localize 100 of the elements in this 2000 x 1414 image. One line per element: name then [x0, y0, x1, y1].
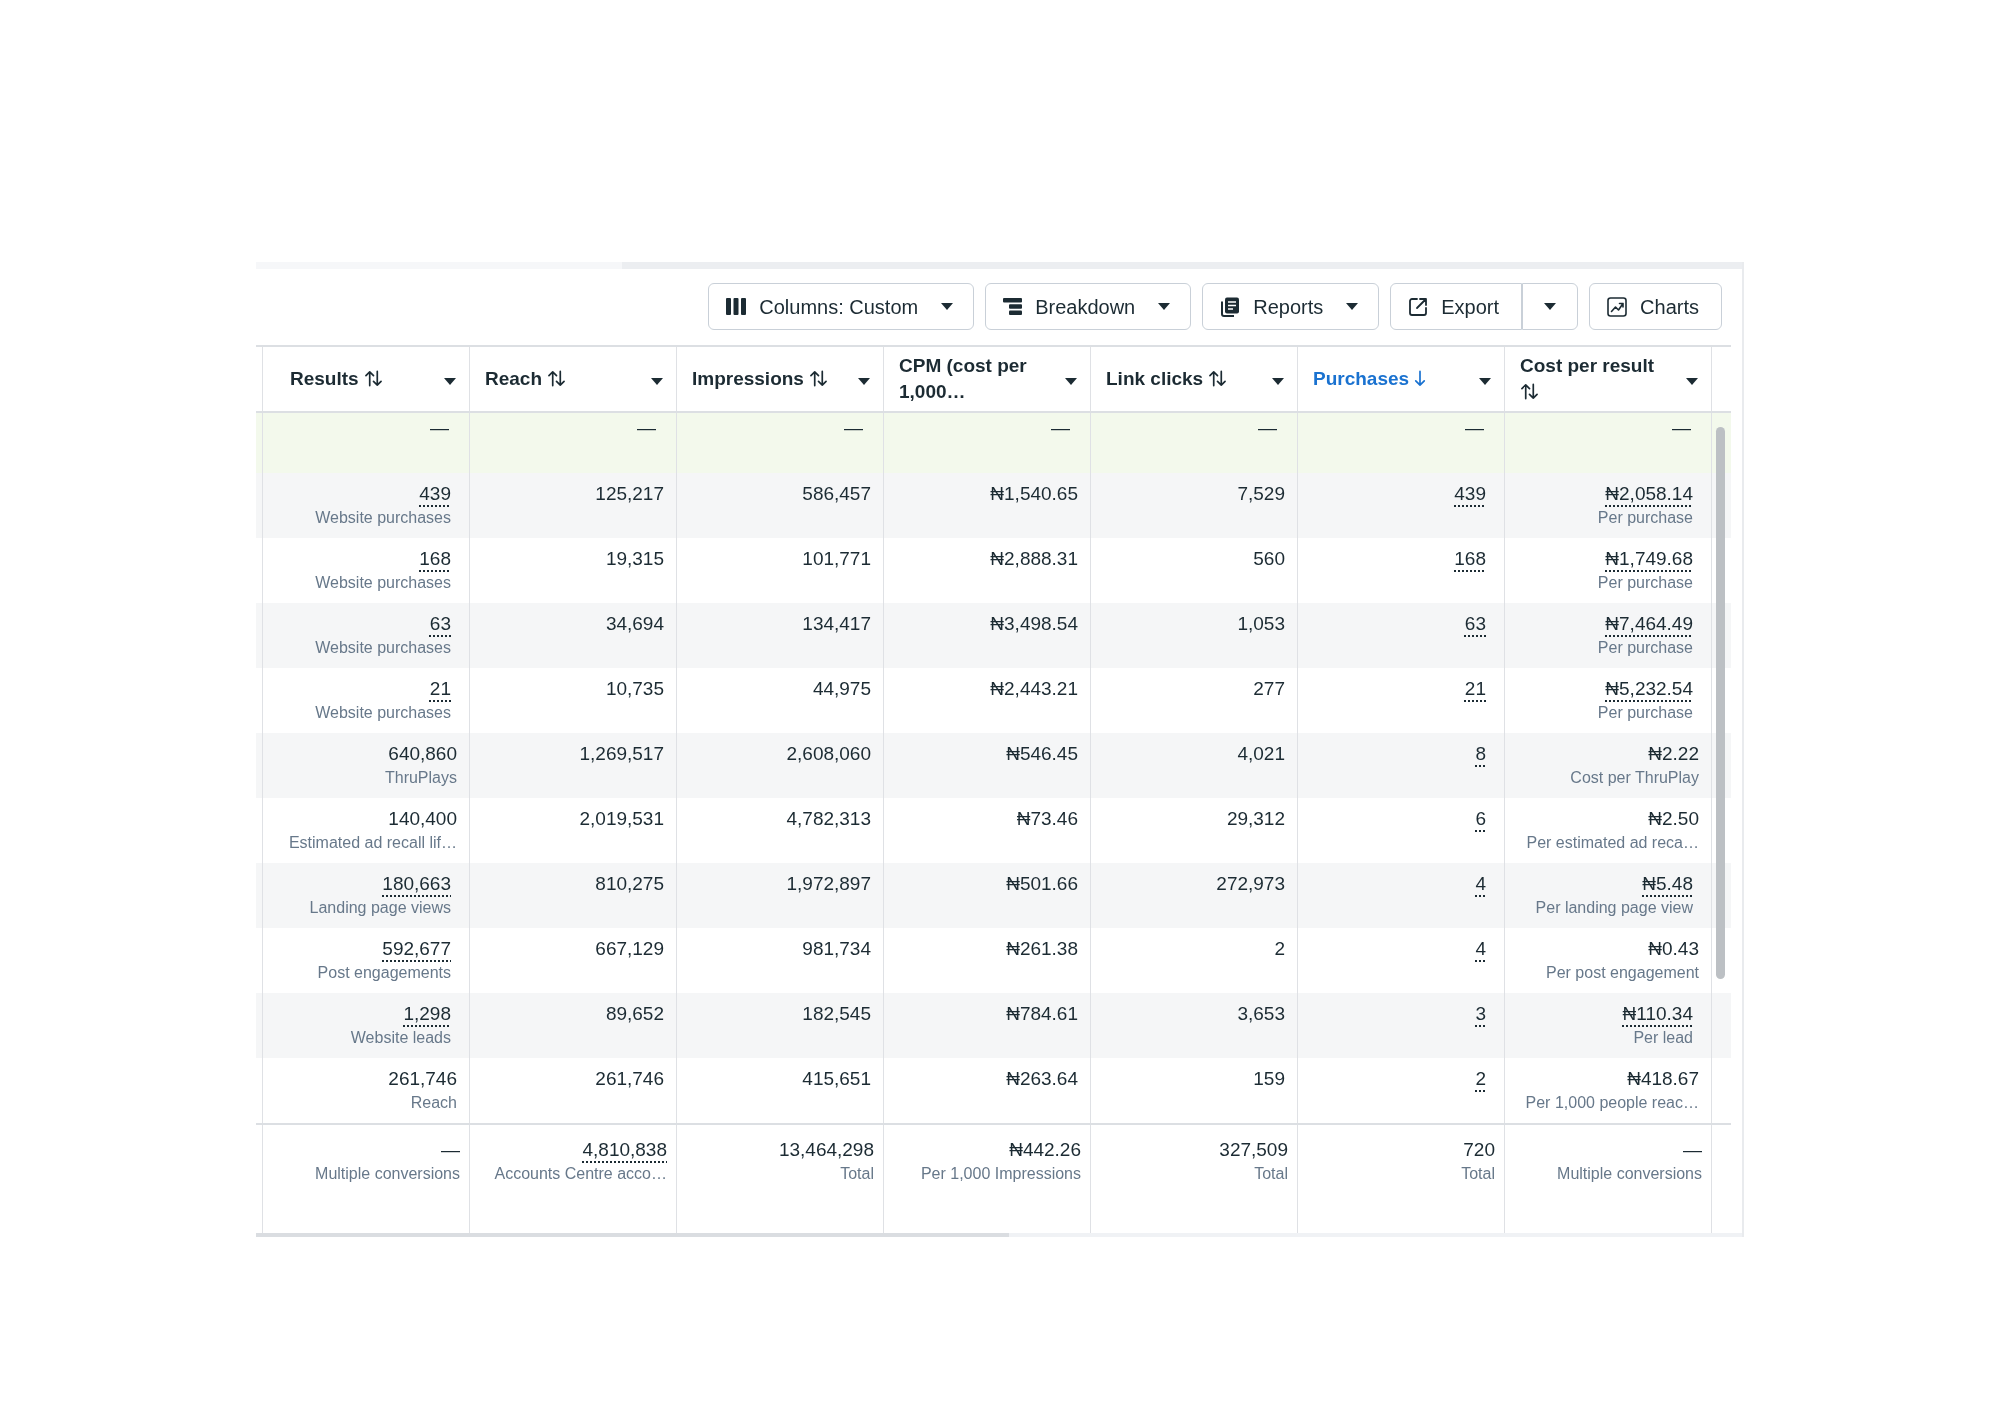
cell-value: 168: [1454, 547, 1486, 571]
cell-value: ₦110.34: [1622, 1002, 1693, 1026]
cell-value: 182,545: [802, 1002, 871, 1026]
cell-note: Per estimated ad reca…: [1526, 833, 1699, 853]
caret-icon: [1479, 377, 1491, 385]
cell-note: Website purchases: [315, 508, 451, 528]
cell-value: ₦2,058.14: [1605, 482, 1693, 506]
cell-value: 2: [1475, 1067, 1486, 1091]
stacked-bars-icon: [1003, 298, 1023, 315]
toolbar-button[interactable]: Export: [1390, 283, 1523, 330]
cell-value: 981,734: [802, 937, 871, 961]
cell-note: Per landing page view: [1535, 898, 1693, 918]
arrow-down-icon: [1414, 370, 1427, 387]
sort-arrows-icon: [363, 370, 383, 387]
cell-note: Per purchase: [1597, 638, 1693, 658]
cell-value: 1,269,517: [579, 742, 664, 766]
cell-value: 21: [429, 677, 451, 701]
cell-value: 2,608,060: [786, 742, 871, 766]
cell-value: ₦2,443.21: [990, 677, 1078, 701]
cell-note: Per 1,000 Impressions: [920, 1164, 1081, 1184]
columns-icon: [726, 298, 747, 315]
dropdown-button[interactable]: Columns: Custom: [708, 283, 975, 330]
caret-icon: [1158, 303, 1171, 310]
column-header-button[interactable]: Link clicks: [1106, 366, 1228, 392]
cell-value: 2: [1274, 937, 1285, 961]
cell-value: 89,652: [605, 1002, 664, 1026]
cell-note: Per purchase: [1597, 703, 1693, 723]
cell-note: Total: [840, 1164, 874, 1184]
cell-note: Estimated ad recall lif…: [288, 833, 457, 853]
line-chart-icon: [1607, 296, 1628, 317]
caret-icon: [651, 377, 663, 385]
cell-value: —: [1465, 416, 1484, 440]
cell-value: 327,509: [1219, 1138, 1288, 1162]
cell-value: 4,021: [1237, 742, 1285, 766]
cell-value: 3: [1475, 1002, 1486, 1026]
cell-value: 6: [1475, 807, 1486, 831]
cell-note: Per post engagement: [1546, 963, 1699, 983]
caret-icon: [1686, 377, 1698, 385]
cell-value: 4: [1475, 937, 1486, 961]
sort-arrows-icon: [1520, 383, 1539, 400]
cell-value: ₦5.48: [1642, 872, 1693, 896]
cell-value: 7,529: [1237, 482, 1285, 506]
cell-value: 159: [1253, 1067, 1285, 1091]
cell-value: 13,464,298: [778, 1138, 874, 1162]
cell-value: —: [441, 1138, 460, 1162]
caret-icon: [1346, 303, 1359, 310]
scrollbar[interactable]: [1716, 427, 1725, 979]
cell-note: ThruPlays: [384, 768, 457, 788]
sort-arrows-icon: [809, 370, 829, 387]
cell-value: 125,217: [595, 482, 664, 506]
column-header-button[interactable]: Cost per result: [1520, 353, 1670, 405]
dropdown-button[interactable]: Breakdown: [985, 283, 1192, 330]
cell-note: Per 1,000 people reac…: [1525, 1093, 1699, 1113]
sort-arrows-icon: [1208, 370, 1228, 387]
scrollbar[interactable]: [256, 1233, 1742, 1237]
cell-note: Total: [1254, 1164, 1288, 1184]
cell-value: 720: [1463, 1138, 1495, 1162]
cell-value: ₦2,888.31: [990, 547, 1078, 571]
cell-value: 2,019,531: [579, 807, 664, 831]
cell-value: 261,746: [388, 1067, 457, 1091]
cell-value: 4: [1475, 872, 1486, 896]
cell-value: ₦501.66: [1006, 872, 1078, 896]
cell-value: —: [637, 416, 656, 440]
cell-value: ₦0.43: [1648, 937, 1699, 961]
cell-value: ₦546.45: [1006, 742, 1078, 766]
cell-value: 44,975: [812, 677, 871, 701]
cell-note: Reach: [410, 1093, 457, 1113]
cell-value: —: [1672, 416, 1691, 440]
cell-value: 19,315: [605, 547, 664, 571]
cell-value: ₦3,498.54: [990, 612, 1078, 636]
cell-value: 1,053: [1237, 612, 1285, 636]
cell-value: ₦784.61: [1006, 1002, 1078, 1026]
cell-note: Website purchases: [315, 703, 451, 723]
cell-value: 140,400: [388, 807, 457, 831]
cell-value: 667,129: [595, 937, 664, 961]
cell-value: 439: [419, 482, 451, 506]
column-header-button[interactable]: Impressions: [692, 366, 829, 392]
dropdown-button[interactable]: Reports: [1202, 283, 1380, 330]
column-header-button[interactable]: Reach: [485, 366, 567, 392]
cell-value: ₦2.22: [1648, 742, 1699, 766]
column-header-button[interactable]: CPM (cost per 1,000…: [899, 353, 1049, 405]
cell-note: Landing page views: [309, 898, 451, 918]
cell-value: 586,457: [802, 482, 871, 506]
column-header-button[interactable]: Purchases: [1313, 366, 1427, 392]
cell-value: 439: [1454, 482, 1486, 506]
cell-value: 592,677: [382, 937, 451, 961]
column-header-button[interactable]: Results: [290, 366, 383, 392]
cell-note: Website purchases: [315, 638, 451, 658]
cell-value: —: [1258, 416, 1277, 440]
cell-note: Per lead: [1633, 1028, 1693, 1048]
cell-value: ₦418.67: [1627, 1067, 1699, 1091]
cell-value: —: [844, 416, 863, 440]
cell-value: ₦7,464.49: [1605, 612, 1693, 636]
cell-value: ₦261.38: [1006, 937, 1078, 961]
cell-note: Total: [1461, 1164, 1495, 1184]
cell-note: Per purchase: [1597, 573, 1693, 593]
caret-icon: [1544, 303, 1557, 310]
toolbar-button[interactable]: Charts: [1589, 283, 1722, 330]
documents-icon: [1220, 296, 1241, 317]
caret-icon: [858, 377, 870, 385]
